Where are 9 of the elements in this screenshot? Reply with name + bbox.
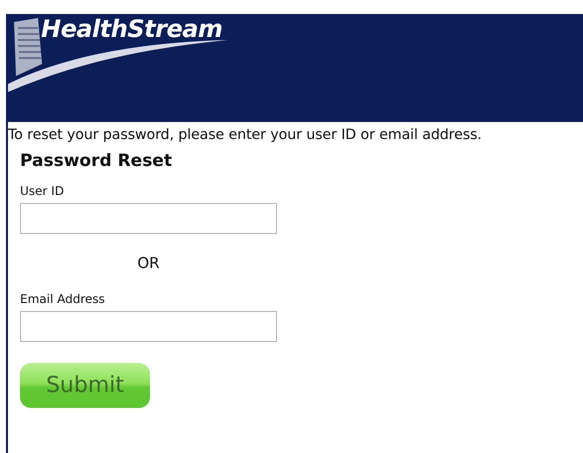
submit-button[interactable]: Submit [20, 363, 150, 408]
input-field[interactable] [20, 311, 277, 342]
form-title: Password Reset [20, 151, 173, 171]
separator-text: OR [136, 254, 161, 272]
logo-text: HealthStream [41, 15, 222, 43]
field-label: Email Address [20, 292, 106, 306]
input-field[interactable] [20, 203, 277, 234]
field-label: User ID [20, 184, 65, 198]
instruction-text: To reset your password, please enter your user ID or email address. [8, 127, 483, 143]
